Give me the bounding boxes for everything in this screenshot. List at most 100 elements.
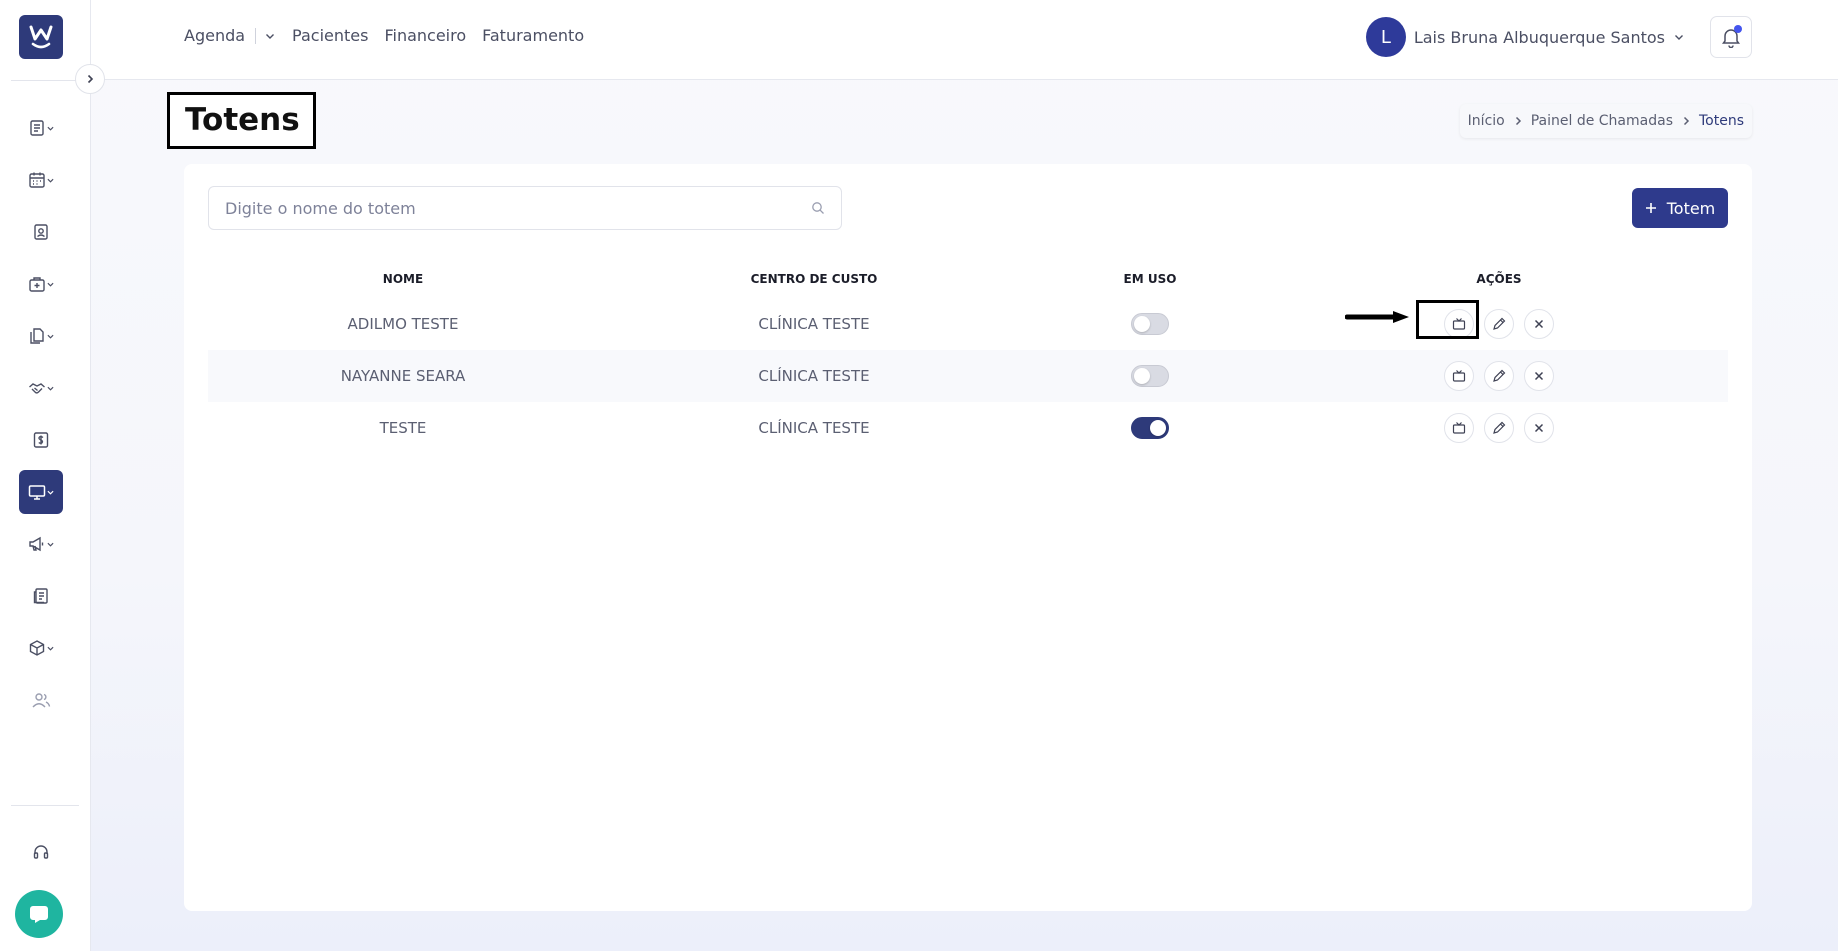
close-icon [1534,423,1544,433]
breadcrumb-painel[interactable]: Painel de Chamadas [1531,113,1673,129]
chevron-down-icon [266,33,275,39]
delete-totem-button[interactable] [1524,361,1554,391]
search-box [208,186,842,230]
headset-icon [33,845,49,859]
notifications-button[interactable] [1710,16,1752,58]
tv-icon [1452,318,1466,330]
topbar: Agenda Pacientes Financeiro Faturamento … [91,0,1838,80]
sidebar-item-reports[interactable] [19,574,63,618]
sidebar-item-call-panel[interactable] [19,470,63,514]
sidebar-item-stock[interactable] [19,626,63,670]
edit-totem-button[interactable] [1484,361,1514,391]
chevron-right-icon [1515,116,1521,126]
nav-separator [255,27,257,44]
chevron-down-icon [47,126,54,131]
agenda-dropdown-toggle[interactable] [264,30,276,42]
table-row: ADILMO TESTE CLÍNICA TESTE [208,298,1728,350]
view-totem-button[interactable] [1444,309,1474,339]
close-icon [1534,371,1544,381]
chevron-down-icon [47,334,54,339]
nav-item-faturamento[interactable]: Faturamento [482,26,584,45]
breadcrumb-current: Totens [1698,113,1744,129]
sidebar-item-documents[interactable] [19,314,63,358]
column-header-centro-custo: CENTRO DE CUSTO [750,272,878,286]
add-totem-button[interactable]: Totem [1632,188,1728,228]
totens-card: Totem NOME CENTRO DE CUSTO EM USO AÇÕES … [184,164,1752,911]
plus-icon [1645,203,1656,213]
chat-button[interactable] [15,890,63,938]
user-name: Lais Bruna Albuquerque Santos [1413,27,1665,47]
documents-icon [30,328,44,344]
breadcrumb: Início Painel de Chamadas Totens [1459,104,1752,138]
support-button[interactable] [19,830,63,874]
user-menu[interactable]: L Lais Bruna Albuquerque Santos [1365,17,1685,57]
em-uso-toggle[interactable] [1131,365,1169,387]
chat-bubble-icon [30,906,48,923]
chevron-down-icon [47,542,54,547]
column-header-acoes: AÇÕES [1476,272,1522,286]
box-icon [29,640,45,656]
search-input[interactable] [225,198,811,218]
notification-dot [1734,25,1742,33]
delete-totem-button[interactable] [1524,309,1554,339]
cell-nome: ADILMO TESTE [347,315,459,333]
chevron-down-icon [47,646,54,651]
table-header: NOME CENTRO DE CUSTO EM USO AÇÕES [208,260,1728,298]
pencil-icon [1493,317,1506,330]
top-nav: Agenda Pacientes Financeiro Faturamento [184,26,600,45]
nav-item-financeiro[interactable]: Financeiro [384,26,466,45]
sidebar-item-users[interactable] [19,678,63,722]
cell-centro-custo: CLÍNICA TESTE [758,419,870,437]
sidebar-item-lists[interactable] [19,106,63,150]
chevron-right-icon [87,74,94,84]
tv-icon [1452,370,1466,382]
toggle-knob [1134,368,1150,384]
nav-item-pacientes[interactable]: Pacientes [292,26,368,45]
totens-table: NOME CENTRO DE CUSTO EM USO AÇÕES ADILMO… [208,260,1728,454]
add-totem-label: Totem [1666,198,1716,218]
nav-item-agenda[interactable]: Agenda [184,26,245,45]
column-header-nome: NOME [382,272,424,286]
sidebar-item-agreements[interactable] [19,366,63,410]
pencil-icon [1493,421,1506,434]
page-title: Totens [167,92,316,149]
cell-centro-custo: CLÍNICA TESTE [758,367,870,385]
monitor-icon [28,485,46,500]
megaphone-icon [29,536,44,552]
logo[interactable] [19,15,63,59]
chevron-down-icon [1675,35,1683,40]
handshake-icon [29,383,45,394]
patient-card-icon [34,224,48,240]
tv-icon [1452,422,1466,434]
users-icon [32,693,51,708]
view-totem-button[interactable] [1444,361,1474,391]
chevron-right-icon [1683,116,1690,126]
dollar-icon [33,432,49,448]
sidebar-item-agenda[interactable] [19,158,63,202]
search-icon [812,202,824,214]
em-uso-toggle[interactable] [1131,417,1169,439]
close-icon [1534,319,1544,329]
cell-centro-custo: CLÍNICA TESTE [758,315,870,333]
sidebar-item-marketing[interactable] [19,522,63,566]
report-icon [33,588,48,604]
list-doc-icon [30,120,44,136]
sidebar-item-medical[interactable] [19,262,63,306]
edit-totem-button[interactable] [1484,413,1514,443]
sidebar-item-finance[interactable] [19,418,63,462]
view-totem-button[interactable] [1444,413,1474,443]
edit-totem-button[interactable] [1484,309,1514,339]
calendar-icon [29,172,45,188]
column-header-em-uso: EM USO [1123,272,1177,286]
em-uso-toggle[interactable] [1131,313,1169,335]
annotation-arrow-icon [1345,311,1409,323]
breadcrumb-inicio[interactable]: Início [1468,113,1505,129]
table-row: NAYANNE SEARA CLÍNICA TESTE [208,350,1728,402]
sidebar-item-patients[interactable] [19,210,63,254]
chevron-down-icon [47,178,54,183]
divider [11,80,79,81]
sidebar-collapse-button[interactable] [75,64,105,94]
chevron-down-icon [47,386,54,391]
sidebar [0,0,91,951]
delete-totem-button[interactable] [1524,413,1554,443]
